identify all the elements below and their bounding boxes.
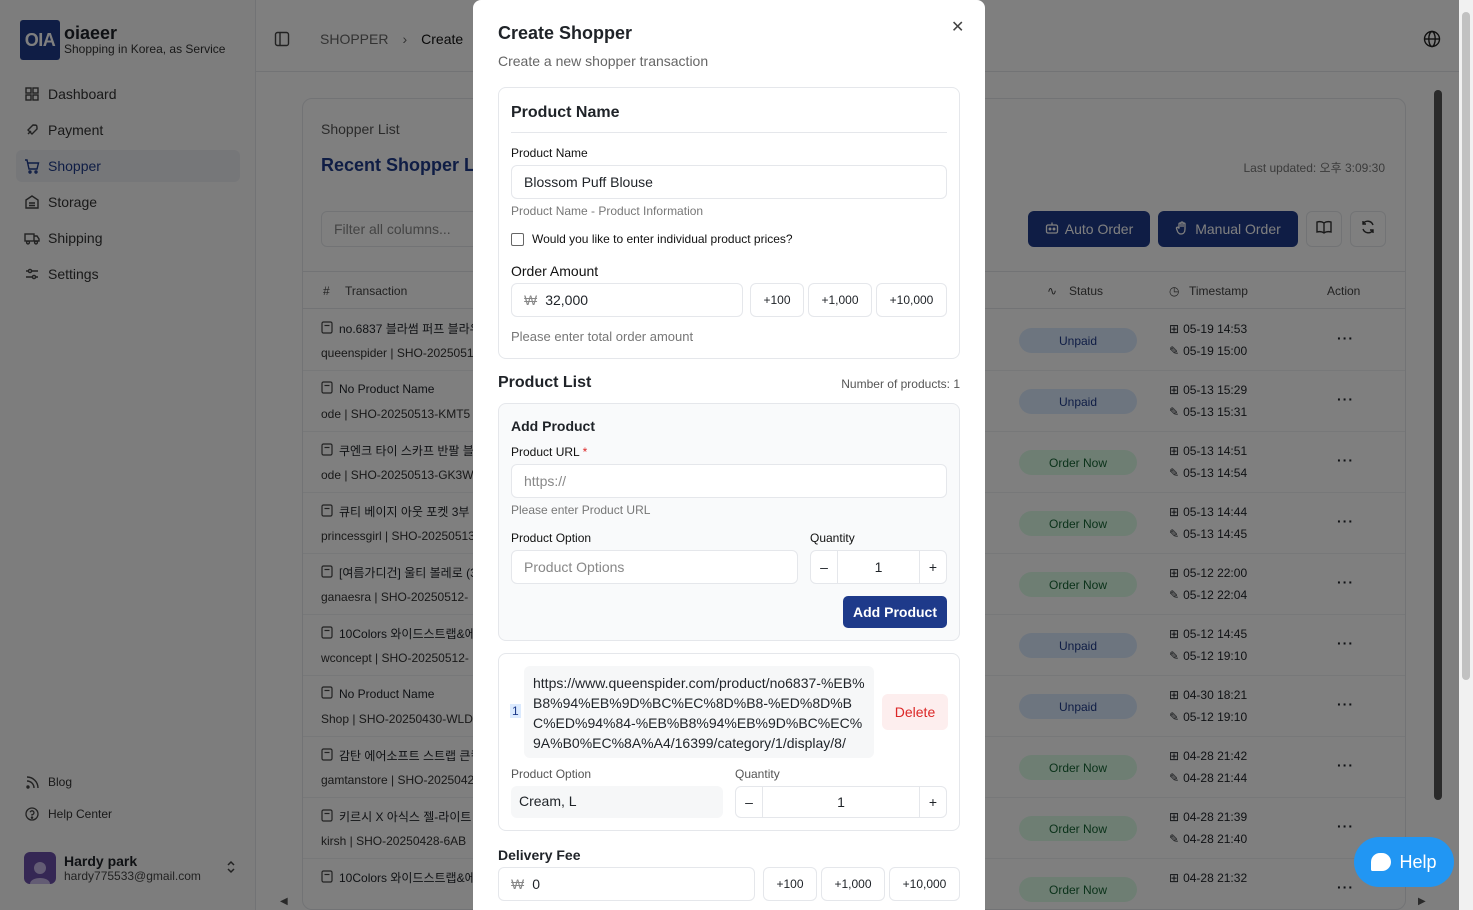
amount-add-100-button[interactable]: +100 <box>750 283 804 317</box>
section-heading: Product Name <box>511 104 620 121</box>
product-index: 1 <box>510 704 521 718</box>
product-item: 1 https://www.queenspider.com/product/no… <box>498 653 960 831</box>
product-url-hint: Please enter Product URL <box>511 503 651 517</box>
product-url-input[interactable]: https:// <box>511 464 947 498</box>
delivery-fee-input[interactable]: ₩ 0 <box>498 867 755 901</box>
product-option-input[interactable]: Product Options <box>511 550 798 584</box>
quantity-increment-button[interactable]: + <box>920 551 946 583</box>
modal-subtitle: Create a new shopper transaction <box>498 53 709 69</box>
add-product-button[interactable]: Add Product <box>843 596 947 628</box>
amount-add-10000-button[interactable]: +10,000 <box>876 283 947 317</box>
item-quantity-increment-button[interactable]: + <box>920 787 946 817</box>
item-quantity-label: Quantity <box>735 767 780 781</box>
delivery-add-10000-button[interactable]: +10,000 <box>889 867 960 901</box>
page-scrollbar[interactable] <box>1459 0 1473 910</box>
help-label: Help <box>1399 851 1437 872</box>
delivery-fee-label: Delivery Fee <box>498 847 581 863</box>
amount-add-1000-button[interactable]: +1,000 <box>808 283 872 317</box>
order-amount-value: 32,000 <box>545 292 589 308</box>
quantity-value[interactable]: 1 <box>837 551 920 583</box>
quantity-stepper: – 1 + <box>810 550 947 584</box>
item-quantity-decrement-button[interactable]: – <box>736 787 762 817</box>
modal-title: Create Shopper <box>498 23 633 43</box>
order-amount-label: Order Amount <box>511 263 599 279</box>
product-url-label: Product URL * <box>511 445 588 459</box>
divider <box>511 132 947 133</box>
page-scroll-thumb[interactable] <box>1462 12 1470 680</box>
item-quantity-value[interactable]: 1 <box>762 787 920 817</box>
order-amount-hint: Please enter total order amount <box>511 329 694 344</box>
item-quantity-stepper: – 1 + <box>735 786 947 818</box>
chat-bubble-icon <box>1371 853 1392 871</box>
quantity-label: Quantity <box>810 531 855 545</box>
delivery-fee-value: 0 <box>532 876 541 892</box>
delivery-add-100-button[interactable]: +100 <box>763 867 817 901</box>
delivery-add-1000-button[interactable]: +1,000 <box>821 867 885 901</box>
product-option-label: Product Option <box>511 531 592 545</box>
product-list-heading: Product List <box>498 374 592 391</box>
individual-price-checkbox[interactable] <box>511 233 524 246</box>
currency-symbol: ₩ <box>511 876 525 892</box>
product-name-input[interactable]: Blossom Puff Blouse <box>511 165 947 199</box>
add-product-heading: Add Product <box>511 418 595 434</box>
add-product-section: Add Product Product URL * https:// Pleas… <box>498 403 960 641</box>
product-url-value: https://www.queenspider.com/product/no68… <box>524 666 874 758</box>
product-count: Number of products: 1 <box>841 377 960 391</box>
order-amount-input[interactable]: ₩ 32,000 <box>511 283 743 317</box>
item-option-value: Cream, L <box>511 786 723 818</box>
individual-price-label[interactable]: Would you like to enter individual produ… <box>532 232 793 246</box>
product-name-section: Product Name Product Name Blossom Puff B… <box>498 87 960 359</box>
product-name-label: Product Name <box>511 146 588 160</box>
quantity-decrement-button[interactable]: – <box>811 551 837 583</box>
product-name-hint: Product Name - Product Information <box>511 204 704 218</box>
help-chat-button[interactable]: Help <box>1354 837 1454 887</box>
currency-symbol: ₩ <box>524 292 538 308</box>
delete-product-button[interactable]: Delete <box>882 694 948 730</box>
close-icon[interactable]: ✕ <box>951 17 964 37</box>
create-shopper-modal: Create Shopper Create a new shopper tran… <box>473 0 985 910</box>
item-option-label: Product Option <box>511 767 592 781</box>
